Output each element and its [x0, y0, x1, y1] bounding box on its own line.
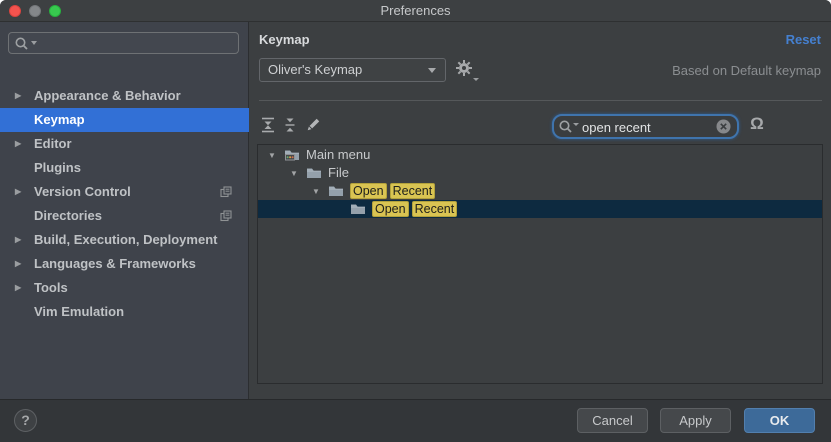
folder-icon [350, 201, 366, 215]
search-match-highlight: Recent [412, 201, 458, 217]
search-match-highlight: Open [372, 201, 409, 217]
folder-icon [306, 165, 322, 179]
chevron-down-icon[interactable]: ▼ [268, 147, 278, 165]
chevron-down-icon[interactable]: ▼ [312, 183, 322, 201]
reset-link[interactable]: Reset [786, 32, 821, 47]
action-search-input[interactable]: open recent [552, 114, 739, 139]
gear-icon [455, 59, 473, 77]
window-title: Preferences [0, 0, 831, 22]
tree-row-main-menu[interactable]: ▼Main menu [259, 146, 821, 164]
chevron-right-icon[interactable]: ▶ [15, 252, 21, 276]
search-icon [14, 36, 29, 51]
search-text: open recent [582, 118, 651, 137]
search-history-arrow-icon[interactable] [31, 41, 37, 45]
sidebar-item-build-execution[interactable]: ▶ Build, Execution, Deployment [0, 228, 249, 252]
collapse-all-button[interactable] [281, 116, 299, 134]
search-match-highlight: Open [350, 183, 387, 199]
keymap-select-value: Oliver's Keymap [268, 62, 362, 77]
chevron-right-icon[interactable]: ▶ [15, 276, 21, 300]
project-scope-icon [220, 186, 232, 198]
tree-row-open-recent[interactable]: ▼ OpenRecent [259, 182, 821, 200]
ok-button[interactable]: OK [744, 408, 815, 433]
sidebar-item-keymap[interactable]: Keymap [0, 108, 249, 132]
chevron-right-icon[interactable]: ▶ [15, 228, 21, 252]
tree-row-file[interactable]: ▼File [259, 164, 821, 182]
based-on-label: Based on Default keymap [672, 63, 821, 78]
search-match-highlight: Recent [390, 183, 436, 199]
edit-button[interactable] [304, 116, 322, 134]
titlebar: Preferences [0, 0, 831, 22]
preferences-window: Preferences ▶ Appearance & Behavior Keym… [0, 0, 831, 442]
sidebar-item-plugins[interactable]: Plugins [0, 156, 249, 180]
divider [259, 100, 822, 101]
sidebar-item-languages[interactable]: ▶ Languages & Frameworks [0, 252, 249, 276]
chevron-right-icon[interactable]: ▶ [15, 132, 21, 156]
sidebar-item-appearance[interactable]: ▶ Appearance & Behavior [0, 84, 249, 108]
main-menu-icon [284, 147, 300, 161]
keymap-select[interactable]: Oliver's Keymap [259, 58, 446, 82]
sidebar-item-version-control[interactable]: ▶ Version Control [0, 180, 249, 204]
search-icon [558, 119, 573, 134]
expand-all-button[interactable] [259, 116, 277, 134]
sidebar-item-tools[interactable]: ▶ Tools [0, 276, 249, 300]
sidebar-item-vim-emulation[interactable]: Vim Emulation [0, 300, 249, 324]
keymap-actions-tree[interactable]: ▼Main menu ▼File ▼OpenRecent OpenRecent [257, 144, 823, 384]
find-actions-by-shortcut-button[interactable]: Ω [746, 112, 768, 136]
tree-row-open-recent-selected[interactable]: OpenRecent [258, 200, 822, 218]
search-options-arrow-icon[interactable] [573, 123, 579, 126]
cancel-button[interactable]: Cancel [577, 408, 648, 433]
chevron-right-icon[interactable]: ▶ [15, 84, 21, 108]
sidebar-item-editor[interactable]: ▶ Editor [0, 132, 249, 156]
apply-button[interactable]: Apply [660, 408, 731, 433]
chevron-down-icon [428, 68, 436, 73]
clear-search-icon[interactable] [716, 119, 731, 134]
project-scope-icon [220, 210, 232, 222]
settings-search-input[interactable] [8, 32, 239, 54]
chevron-down-icon [473, 78, 479, 81]
sidebar-item-directories[interactable]: Directories [0, 204, 249, 228]
chevron-down-icon[interactable]: ▼ [290, 165, 300, 183]
help-button[interactable]: ? [14, 409, 37, 432]
page-title: Keymap [259, 32, 310, 47]
keymap-settings-panel: Keymap Reset Oliver's Keymap [250, 22, 831, 399]
settings-sidebar: ▶ Appearance & Behavior Keymap ▶ Editor … [0, 22, 249, 399]
folder-icon [328, 183, 344, 197]
chevron-right-icon[interactable]: ▶ [15, 180, 21, 204]
dialog-footer: ? Cancel Apply OK [0, 399, 831, 442]
keymap-options-button[interactable] [455, 59, 479, 81]
